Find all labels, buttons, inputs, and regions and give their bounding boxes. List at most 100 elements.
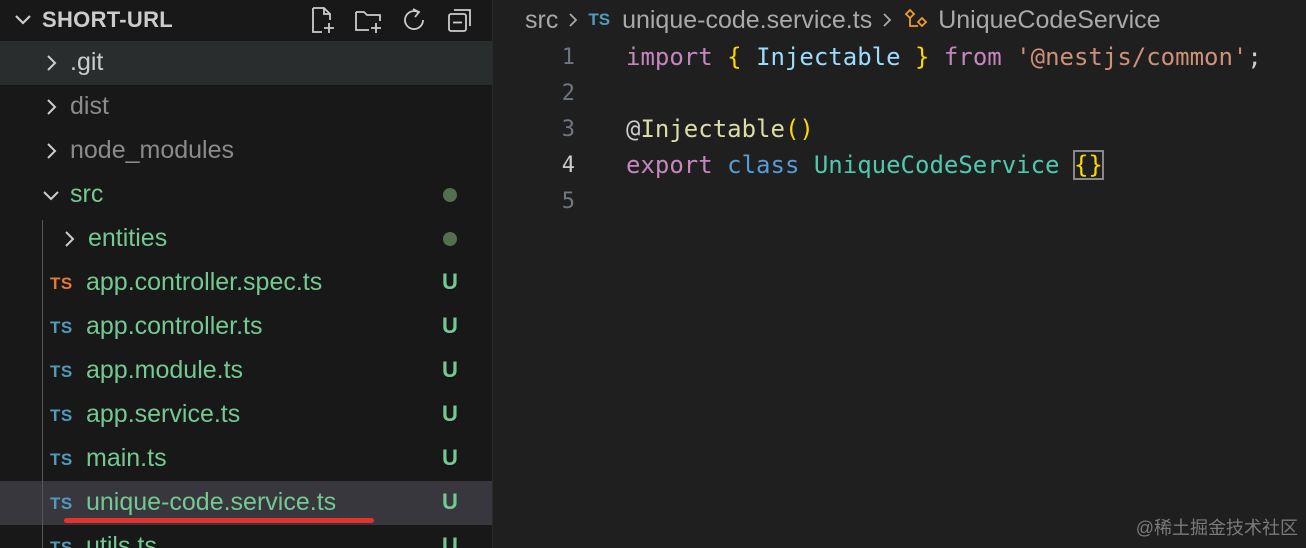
typescript-file-icon: TS (50, 274, 73, 293)
chevron-right-icon (566, 9, 580, 31)
chevron-right-icon[interactable] (40, 52, 62, 74)
modified-dot-icon (443, 232, 457, 246)
git-status-badge: U (442, 269, 458, 294)
breadcrumb-symbol[interactable]: UniqueCodeService (938, 6, 1160, 35)
code-token: class (727, 151, 800, 179)
chevron-right-icon[interactable] (40, 140, 62, 162)
indent-guide (42, 220, 43, 548)
explorer-sidebar: SHORT-URL .git dist node_modules src ent… (0, 0, 493, 548)
line-number: 1 (561, 45, 575, 70)
tree-file-item[interactable]: TS app.service.ts U (0, 393, 492, 437)
line-number: 2 (561, 81, 575, 106)
typescript-file-icon: TS (50, 450, 73, 469)
tree-file-item[interactable]: TS app.controller.ts U (0, 305, 492, 349)
typescript-file-icon: TS (50, 362, 73, 381)
line-number: 5 (561, 189, 575, 214)
tree-item-label: node_modules (70, 136, 235, 164)
git-status-badge: U (442, 489, 458, 514)
typescript-file-icon: TS (588, 10, 611, 29)
code-line[interactable]: 5 (493, 184, 1306, 220)
code-token: import (626, 43, 713, 71)
typescript-file-icon: TS (50, 538, 73, 548)
tree-file-item[interactable]: TS app.module.ts U (0, 349, 492, 393)
chevron-right-icon[interactable] (58, 228, 80, 250)
code-text: @Injectable() (626, 115, 814, 143)
code-line[interactable]: 2 (493, 76, 1306, 112)
typescript-file-icon: TS (50, 318, 73, 337)
git-status-badge: U (442, 401, 458, 426)
code-token: export (626, 151, 713, 179)
typescript-file-icon: TS (50, 494, 73, 513)
code-token: UniqueCodeService (813, 151, 1060, 179)
breadcrumb-folder[interactable]: src (525, 6, 558, 35)
modified-dot-icon (443, 188, 457, 202)
code-token: '@nestjs/common' (1016, 43, 1248, 71)
chevron-right-icon[interactable] (40, 96, 62, 118)
tree-item-label: utils.ts (86, 532, 157, 548)
tree-item-label: src (70, 180, 104, 208)
breadcrumb-file[interactable]: unique-code.service.ts (622, 6, 872, 35)
code-editor[interactable]: 1 import { Injectable } from '@nestjs/com… (493, 40, 1306, 220)
class-symbol-icon (902, 8, 930, 32)
code-token: Injectable (756, 43, 901, 71)
tree-item-label: .git (70, 48, 104, 76)
code-token: @ (626, 115, 641, 143)
chevron-down-icon[interactable] (40, 184, 62, 206)
code-line[interactable]: 4 export class UniqueCodeService {} (493, 148, 1306, 184)
code-line[interactable]: 1 import { Injectable } from '@nestjs/com… (493, 40, 1306, 76)
tree-folder-dist[interactable]: dist (0, 85, 492, 129)
git-status-badge: U (442, 313, 458, 338)
tree-item-label: main.ts (86, 444, 167, 472)
code-token: } (915, 43, 930, 71)
new-file-icon[interactable] (306, 4, 338, 36)
code-token: ; (1247, 43, 1262, 71)
tree-item-label: app.module.ts (86, 356, 244, 384)
tree-item-label: app.controller.spec.ts (86, 268, 323, 296)
tree-item-label: app.controller.ts (86, 312, 263, 340)
typescript-file-icon: TS (50, 406, 73, 425)
code-text: import { Injectable } from '@nestjs/comm… (626, 43, 1262, 71)
tree-file-item[interactable]: TS main.ts U (0, 437, 492, 481)
tree-item-label: unique-code.service.ts (86, 488, 337, 516)
tree-item-label: app.service.ts (86, 400, 241, 428)
editor-pane: src TS unique-code.service.ts UniqueCode… (493, 0, 1306, 548)
new-folder-icon[interactable] (352, 4, 384, 36)
chevron-right-icon (880, 9, 894, 31)
code-token: Injectable (640, 115, 785, 143)
code-token: { (727, 43, 742, 71)
line-number: 3 (561, 117, 575, 142)
git-status-badge: U (442, 357, 458, 382)
git-status-badge: U (442, 533, 458, 548)
explorer-title: SHORT-URL (42, 7, 174, 32)
tree-file-item[interactable]: TS utils.ts U (0, 525, 492, 548)
explorer-actions (306, 4, 476, 36)
collapse-all-icon[interactable] (444, 4, 476, 36)
tree-item-label: entities (88, 224, 168, 252)
code-line[interactable]: 3 @Injectable() (493, 112, 1306, 148)
annotation-underline (64, 518, 374, 523)
code-token: from (943, 43, 1002, 71)
tree-item-label: dist (70, 92, 109, 120)
git-status-badge: U (442, 445, 458, 470)
tree-folder-git[interactable]: .git (0, 41, 492, 85)
tree-file-item[interactable]: TS app.controller.spec.ts U (0, 261, 492, 305)
tree-folder-node-modules[interactable]: node_modules (0, 129, 492, 173)
code-token: {} (1072, 150, 1104, 180)
breadcrumb: src TS unique-code.service.ts UniqueCode… (525, 6, 1161, 34)
line-number: 4 (561, 153, 575, 178)
refresh-icon[interactable] (398, 4, 430, 36)
code-text: export class UniqueCodeService {} (626, 150, 1104, 180)
tree-folder-src[interactable]: src (0, 173, 492, 217)
chevron-down-icon[interactable] (12, 9, 34, 31)
explorer-header[interactable]: SHORT-URL (0, 0, 492, 40)
tree-folder-entities[interactable]: entities (0, 217, 492, 261)
file-tree: .git dist node_modulessrc entities TS app.con… (0, 41, 492, 548)
